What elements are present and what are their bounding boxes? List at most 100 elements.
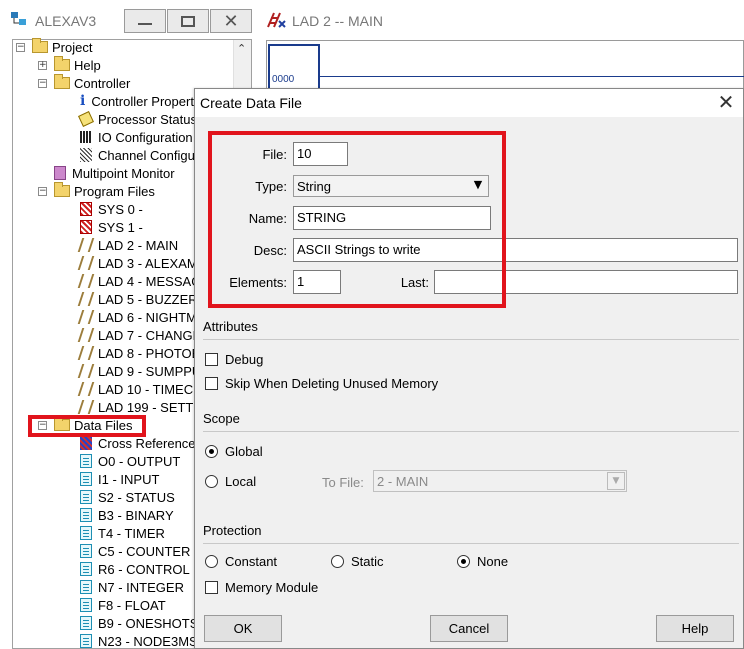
processor-icon [78, 111, 94, 127]
create-data-file-dialog: Create Data File ✕ File: 10 Type: String… [194, 88, 744, 649]
tree-item-label: Program Files [74, 183, 155, 199]
tree-item-label: F8 - FLOAT [98, 597, 166, 613]
tree-item[interactable]: Multipoint Monitor [54, 164, 175, 182]
data-file-icon [80, 508, 92, 522]
ladder-icon [77, 400, 95, 414]
io-icon [80, 131, 92, 143]
tree-item[interactable]: LAD 2 - MAIN [77, 236, 179, 254]
folder-icon [54, 74, 70, 89]
tree-item[interactable]: LAD 7 - CHANGE [77, 326, 201, 344]
tree-item-label: C5 - COUNTER [98, 543, 191, 559]
project-window-title: ALEXAV3 [35, 13, 97, 29]
data-file-icon [80, 490, 92, 504]
info-icon: i [80, 93, 86, 109]
skip-unused-memory-checkbox[interactable] [205, 377, 218, 390]
chevron-down-icon[interactable]: ▼ [607, 472, 625, 490]
data-file-icon [80, 634, 92, 648]
tree-item[interactable]: S2 - STATUS [80, 488, 175, 506]
scroll-up-icon[interactable]: ⌃ [237, 42, 246, 55]
tree-item[interactable]: F8 - FLOAT [80, 596, 166, 614]
ladder-editor[interactable] [266, 40, 744, 90]
close-icon: ✕ [223, 10, 239, 32]
local-label: Local [225, 474, 257, 489]
tree-item[interactable]: N23 - NODE3MSG [80, 632, 208, 649]
ladder-icon [77, 382, 95, 396]
tree-item[interactable]: IO Configuration [80, 128, 193, 146]
fields-highlight [208, 131, 506, 308]
expand-icon[interactable]: + [38, 61, 47, 70]
attributes-divider [203, 339, 739, 340]
tree-item[interactable]: Project [32, 38, 92, 56]
scope-divider [203, 431, 739, 432]
tree-item[interactable]: T4 - TIMER [80, 524, 165, 542]
ladder-window-icon [266, 11, 286, 29]
tree-item[interactable]: LAD 5 - BUZZER [77, 290, 198, 308]
tree-item[interactable]: SYS 0 - [80, 200, 143, 218]
tree-item[interactable]: I1 - INPUT [80, 470, 159, 488]
tree-item[interactable]: R6 - CONTROL [80, 560, 190, 578]
tree-item-label: LAD 2 - MAIN [98, 237, 179, 253]
data-file-icon [80, 598, 92, 612]
tree-item[interactable]: Controller [54, 74, 130, 92]
tree-item[interactable]: i Controller Properties [80, 92, 211, 110]
sys-file-icon [80, 202, 92, 216]
rung-number: 0000 [272, 74, 295, 85]
ladder-icon [77, 292, 95, 306]
collapse-icon[interactable]: − [16, 43, 25, 52]
collapse-icon[interactable]: − [38, 79, 47, 88]
ladder-icon [77, 328, 95, 342]
tree-item-label: S2 - STATUS [98, 489, 175, 505]
tree-item[interactable]: N7 - INTEGER [80, 578, 184, 596]
tree-item-label: Project [52, 39, 93, 55]
constant-label: Constant [225, 554, 278, 569]
tree-item[interactable]: B3 - BINARY [80, 506, 174, 524]
tree-item-label: Processor Status [98, 111, 197, 127]
tree-item-label: Multipoint Monitor [72, 165, 175, 181]
minimize-icon [138, 23, 152, 25]
local-radio[interactable] [205, 475, 218, 488]
project-window-titlebar: ALEXAV3 ✕ [0, 0, 262, 40]
data-files-highlight [28, 415, 146, 437]
minimize-button[interactable] [124, 9, 166, 33]
dialog-titlebar: Create Data File ✕ [195, 89, 743, 117]
global-radio[interactable] [205, 445, 218, 458]
monitor-icon [54, 166, 66, 180]
collapse-icon[interactable]: − [38, 187, 47, 196]
static-label: Static [351, 554, 384, 569]
ladder-icon [77, 274, 95, 288]
cancel-button[interactable]: Cancel [430, 615, 508, 642]
data-file-icon [80, 472, 92, 486]
tree-item[interactable]: Help [54, 56, 101, 74]
to-file-select-value: 2 - MAIN [377, 474, 429, 489]
ladder-icon [77, 238, 95, 252]
to-file-select[interactable]: 2 - MAIN ▼ [373, 470, 627, 492]
help-button[interactable]: Help [656, 615, 734, 642]
tree-item[interactable]: B9 - ONESHOTS [80, 614, 198, 632]
attributes-heading: Attributes [203, 319, 258, 334]
data-file-icon [80, 580, 92, 594]
constant-radio[interactable] [205, 555, 218, 568]
data-file-icon [80, 544, 92, 558]
tree-item[interactable]: O0 - OUTPUT [80, 452, 180, 470]
data-file-icon [80, 616, 92, 630]
memory-module-checkbox[interactable] [205, 581, 218, 594]
tree-item[interactable]: C5 - COUNTER [80, 542, 190, 560]
maximize-button[interactable] [167, 9, 209, 33]
tree-item[interactable]: Program Files [54, 182, 155, 200]
memory-module-label: Memory Module [225, 580, 319, 595]
static-radio[interactable] [331, 555, 344, 568]
tree-item[interactable]: Processor Status [78, 110, 197, 128]
close-window-button[interactable]: ✕ [210, 9, 252, 33]
data-file-icon [80, 526, 92, 540]
cross-reference-icon [80, 436, 92, 450]
tree-item[interactable]: SYS 1 - [80, 218, 143, 236]
dialog-close-icon[interactable]: ✕ [715, 92, 737, 114]
rung-line [320, 76, 744, 77]
dialog-title: Create Data File [200, 95, 302, 111]
none-radio[interactable] [457, 555, 470, 568]
folder-icon [54, 56, 70, 71]
project-tree-icon [10, 11, 28, 29]
ok-button[interactable]: OK [204, 615, 282, 642]
debug-checkbox[interactable] [205, 353, 218, 366]
tree-item-label: IO Configuration [98, 129, 193, 145]
